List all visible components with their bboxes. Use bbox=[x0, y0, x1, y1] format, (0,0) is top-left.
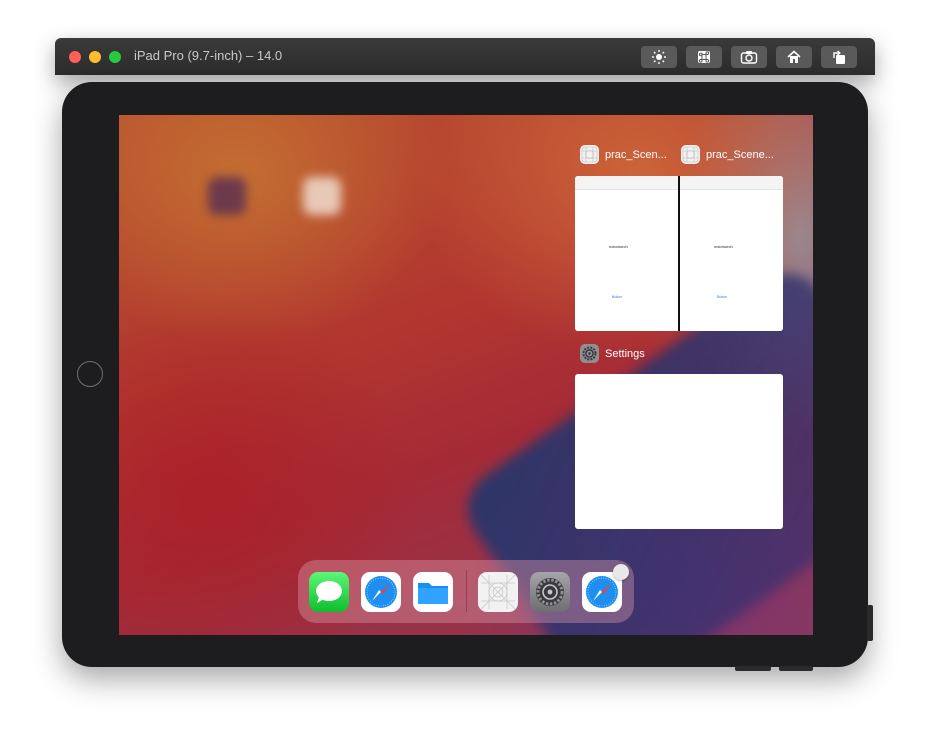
zoom-window-button[interactable] bbox=[109, 51, 121, 63]
brightness-icon bbox=[652, 50, 666, 64]
app-label-top-left: prac_Scen... bbox=[580, 145, 667, 164]
app-label-top-right: prac_Scene... bbox=[681, 145, 774, 164]
volume-button[interactable] bbox=[867, 605, 873, 641]
pane-label: nolomorch bbox=[609, 244, 628, 249]
files-icon[interactable] bbox=[413, 572, 453, 612]
safari-icon[interactable] bbox=[361, 572, 401, 612]
device-home-button[interactable] bbox=[77, 361, 103, 387]
side-button-2[interactable] bbox=[779, 666, 813, 671]
dock-separator bbox=[466, 570, 467, 612]
app-label-text: prac_Scen... bbox=[605, 148, 667, 161]
brightness-button[interactable] bbox=[641, 46, 677, 68]
blurred-app-icon bbox=[208, 177, 246, 215]
app-label-settings: Settings bbox=[580, 344, 645, 363]
screenshot-button[interactable] bbox=[731, 46, 767, 68]
rotate-button[interactable] bbox=[821, 46, 857, 68]
home-icon bbox=[787, 50, 801, 63]
close-window-button[interactable] bbox=[69, 51, 81, 63]
home-button[interactable] bbox=[776, 46, 812, 68]
side-button-1[interactable] bbox=[735, 666, 771, 671]
window-title: iPad Pro (9.7-inch) – 14.0 bbox=[134, 48, 283, 63]
grid-app-icon bbox=[681, 145, 700, 164]
app-label-text: prac_Scene... bbox=[706, 148, 774, 161]
minimize-window-button[interactable] bbox=[89, 51, 101, 63]
split-view-app-card[interactable]: nolomorch Button nolomorch Button bbox=[575, 176, 783, 331]
pane-button: Button bbox=[717, 295, 728, 299]
pane-button: Button bbox=[612, 295, 623, 299]
settings-gear-icon bbox=[580, 344, 599, 363]
dock-indicator-dot bbox=[613, 564, 629, 580]
blurred-app-icon bbox=[303, 177, 341, 215]
messages-icon[interactable] bbox=[309, 572, 349, 612]
screenshot-camera-icon bbox=[740, 51, 758, 64]
settings-gear-icon[interactable] bbox=[530, 572, 570, 612]
rotate-icon bbox=[833, 50, 845, 64]
command-icon bbox=[698, 51, 710, 63]
split-pane-left: nolomorch Button bbox=[575, 176, 678, 331]
command-button[interactable] bbox=[686, 46, 722, 68]
grid-app-icon bbox=[580, 145, 599, 164]
split-pane-right: nolomorch Button bbox=[680, 176, 783, 331]
grid-app-icon[interactable] bbox=[478, 572, 518, 612]
settings-app-card[interactable] bbox=[575, 374, 783, 529]
pane-label: nolomorch bbox=[714, 244, 733, 249]
simulator-title-bar: iPad Pro (9.7-inch) – 14.0 bbox=[55, 38, 875, 75]
app-label-text: Settings bbox=[605, 347, 645, 360]
